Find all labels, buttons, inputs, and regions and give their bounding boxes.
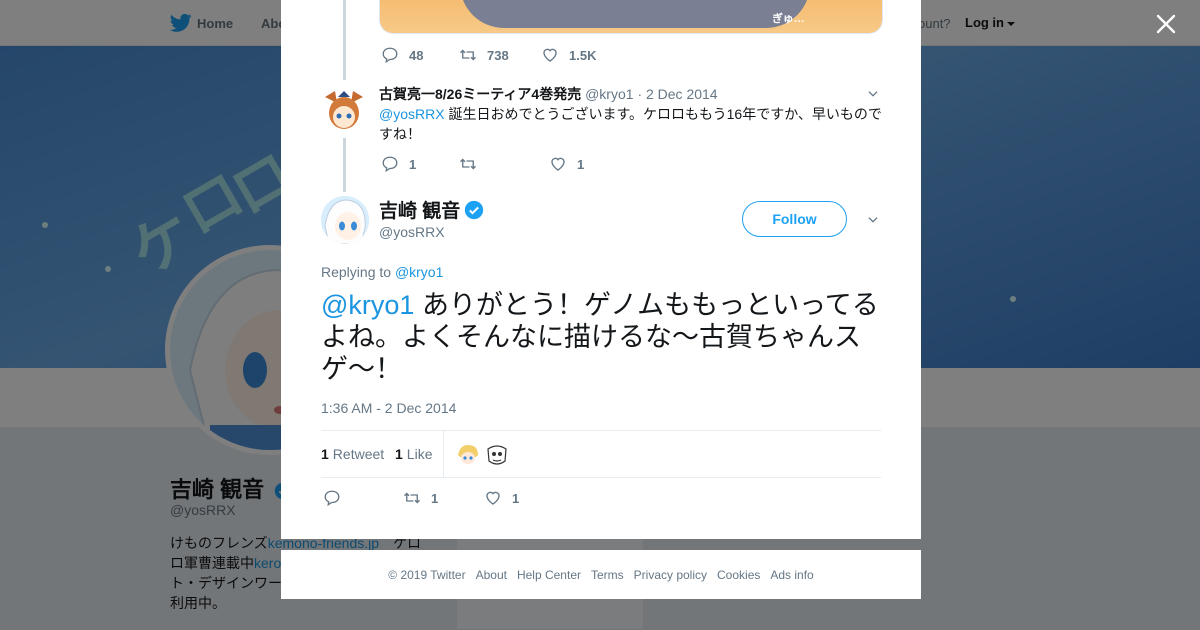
like-action[interactable]: 1	[484, 489, 519, 507]
reply-icon	[382, 156, 398, 173]
replying-to: Replying to @kryo1	[321, 264, 443, 280]
media-illustration-shape	[460, 0, 810, 28]
tweet-media-image[interactable]: ぎゅ…	[379, 0, 883, 34]
main-author-handle[interactable]: @yosRRX	[379, 224, 445, 240]
reply-icon	[382, 47, 398, 64]
like-stat-count: 1	[395, 446, 403, 462]
reply-action[interactable]	[323, 489, 403, 507]
chevron-down-icon[interactable]	[866, 87, 880, 101]
reply-text: @yosRRX 誕生日おめでとうございます。ケロロももう16年ですか、早いもので…	[379, 104, 884, 144]
reply-author-name[interactable]: 古賀亮一8/26ミーティア4巻発売	[379, 86, 581, 102]
footer-link-ads-info[interactable]: Ads info	[770, 568, 813, 582]
retweet-stat[interactable]: 1 Retweet	[321, 446, 384, 462]
footer-link-about[interactable]: About	[476, 568, 507, 582]
liker-avatar[interactable]	[456, 443, 480, 467]
tweet-stats: 1 Retweet 1 Like	[321, 430, 881, 478]
reply-tweet: 古賀亮一8/26ミーティア4巻発売 @kryo1 · 2 Dec 2014 @y…	[379, 84, 884, 144]
main-avatar-illustration	[321, 196, 369, 244]
retweet-stat-count: 1	[321, 446, 329, 462]
thread-line	[343, 138, 346, 192]
reply-author-handle[interactable]: @kryo1	[585, 86, 633, 102]
reply-action[interactable]: 48	[381, 46, 459, 64]
footer-link-terms[interactable]: Terms	[591, 568, 624, 582]
retweet-action[interactable]: 1	[403, 489, 484, 507]
stats-divider	[443, 431, 444, 477]
retweet-count: 738	[487, 47, 509, 63]
replying-to-handle[interactable]: @kryo1	[395, 264, 443, 280]
like-count: 1	[512, 490, 520, 506]
retweet-action[interactable]: 738	[459, 46, 541, 64]
media-sfx-text: ぎゅ…	[772, 13, 805, 25]
retweet-count: 1	[431, 490, 439, 506]
thread-line	[343, 0, 346, 80]
reply-mention[interactable]: @yosRRX	[379, 106, 445, 122]
main-author-name[interactable]: 吉崎 観音	[379, 196, 484, 223]
retweet-icon	[404, 492, 420, 504]
like-count: 1	[577, 156, 585, 172]
liker-avatar-illustration	[485, 443, 509, 467]
follow-button[interactable]: Follow	[742, 201, 847, 237]
footer-link-cookies[interactable]: Cookies	[717, 568, 760, 582]
chevron-down-icon[interactable]	[866, 213, 880, 227]
replying-to-label: Replying to	[321, 264, 395, 280]
reply-body: 誕生日おめでとうございます。ケロロももう16年ですか、早いものですね！	[379, 106, 882, 142]
reply-count: 1	[409, 156, 417, 172]
like-stat-label: Like	[406, 446, 433, 462]
tweet-timestamp[interactable]: 1:36 AM - 2 Dec 2014	[321, 400, 456, 416]
heart-icon	[551, 157, 565, 171]
previous-tweet-actions: 48 738 1.5K	[381, 46, 596, 64]
reply-icon	[324, 490, 340, 507]
main-tweet-mention[interactable]: @kryo1	[321, 290, 414, 320]
retweet-action[interactable]	[459, 155, 549, 173]
reply-tweet-actions: 1 1	[381, 155, 584, 173]
liker-avatar-illustration	[456, 443, 480, 467]
reply-date[interactable]: · 2 Dec 2014	[637, 86, 717, 102]
reply-author-avatar[interactable]	[321, 87, 367, 133]
reply-avatar-illustration	[321, 87, 367, 133]
main-author-name-text: 吉崎 観音	[379, 201, 461, 222]
like-action[interactable]: 1	[549, 155, 584, 173]
heart-icon	[543, 48, 557, 62]
reply-action[interactable]: 1	[381, 155, 459, 173]
heart-icon	[486, 491, 500, 505]
main-author-avatar[interactable]	[321, 196, 369, 244]
verified-badge-icon	[465, 200, 484, 219]
main-tweet-actions: 1 1	[323, 489, 519, 507]
footer-link-help-center[interactable]: Help Center	[517, 568, 581, 582]
modal-footer: © 2019 Twitter About Help Center Terms P…	[281, 550, 921, 599]
like-count: 1.5K	[569, 47, 597, 63]
footer-copyright: © 2019 Twitter	[388, 567, 466, 582]
main-tweet-text: @kryo1 ありがとう！ゲノムももっといってるよね。よくそんなに描けるな〜古賀…	[321, 289, 881, 385]
close-icon[interactable]	[1154, 12, 1178, 36]
like-action[interactable]: 1.5K	[541, 46, 596, 64]
retweet-icon	[460, 49, 476, 61]
retweet-stat-label: Retweet	[332, 446, 385, 462]
retweet-icon	[460, 158, 476, 170]
reply-header: 古賀亮一8/26ミーティア4巻発売 @kryo1 · 2 Dec 2014	[379, 84, 884, 104]
footer-link-privacy[interactable]: Privacy policy	[634, 568, 707, 582]
like-stat[interactable]: 1 Like	[395, 446, 432, 462]
reply-count: 48	[409, 47, 424, 63]
liker-avatar[interactable]	[485, 443, 509, 467]
